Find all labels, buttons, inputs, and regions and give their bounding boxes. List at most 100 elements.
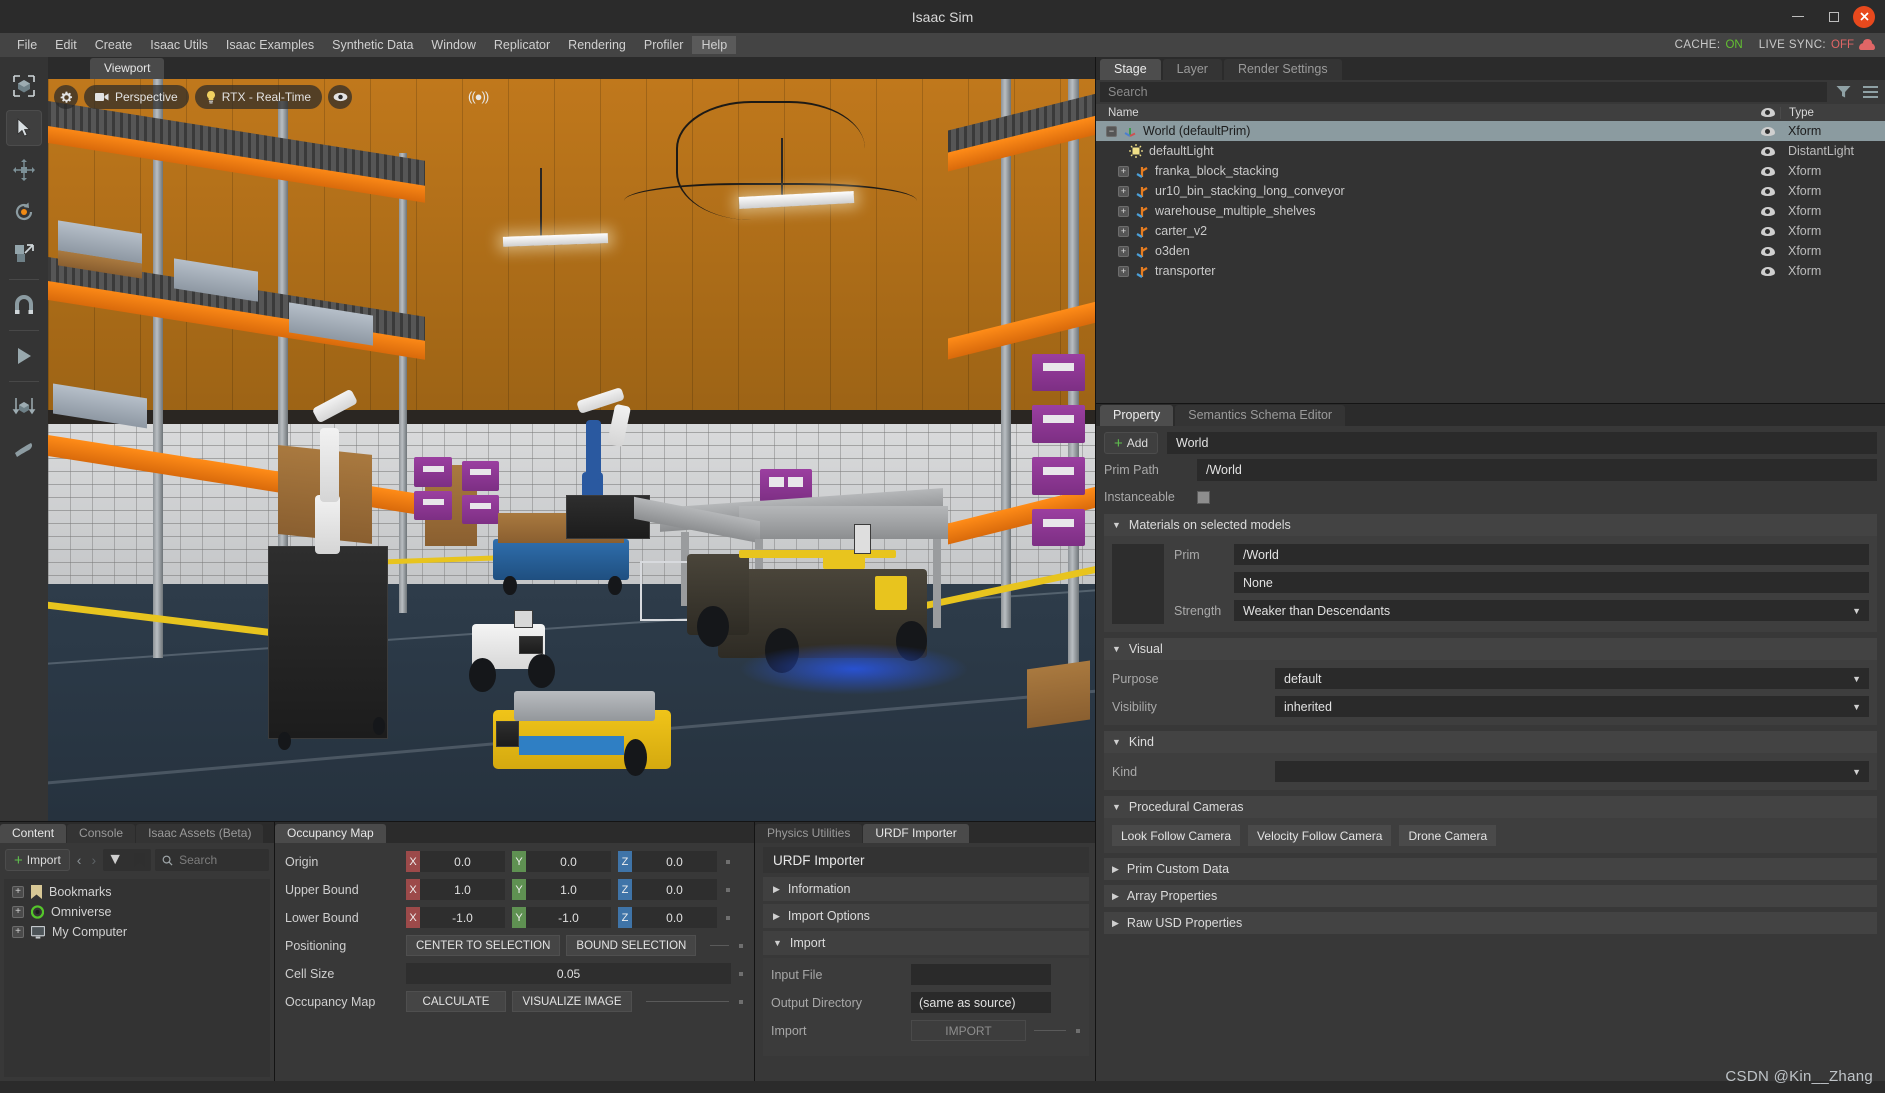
snap-magnet-icon[interactable]	[6, 287, 42, 323]
origin-y-input[interactable]: 0.0	[526, 851, 611, 872]
import-action-button[interactable]: IMPORT	[911, 1020, 1026, 1041]
stage-row-visibility-toggle[interactable]	[1755, 147, 1780, 156]
expander-icon[interactable]: +	[12, 886, 24, 898]
filter-icon[interactable]	[1832, 82, 1854, 102]
expand-expander-icon[interactable]: +	[1118, 266, 1129, 277]
minimize-button[interactable]	[1781, 0, 1815, 33]
stage-row-carter-v2[interactable]: + carter_v2 Xform	[1096, 221, 1885, 241]
stage-row-world[interactable]: − World (defaultPrim) Xform	[1096, 121, 1885, 141]
stage-row-warehouse-multiple-shelves[interactable]: + warehouse_multiple_shelves Xform	[1096, 201, 1885, 221]
purpose-dropdown[interactable]: default ▼	[1275, 668, 1869, 689]
collapse-expander-icon[interactable]: −	[1106, 126, 1117, 137]
expand-expander-icon[interactable]: +	[1118, 186, 1129, 197]
menu-help[interactable]: Help	[692, 36, 736, 55]
expander-icon[interactable]: +	[12, 906, 24, 918]
row-handle-icon[interactable]	[737, 944, 744, 948]
row-handle-icon[interactable]	[737, 972, 744, 976]
visualize-image-button[interactable]: VISUALIZE IMAGE	[512, 991, 632, 1012]
expand-expander-icon[interactable]: +	[1118, 206, 1129, 217]
tab-isaac-assets[interactable]: Isaac Assets (Beta)	[136, 824, 263, 843]
close-button[interactable]	[1853, 6, 1875, 28]
section-raw-usd-properties[interactable]: ▶ Raw USD Properties	[1104, 912, 1877, 934]
menu-file[interactable]: File	[8, 36, 46, 55]
menu-isaac-utils[interactable]: Isaac Utils	[141, 36, 217, 55]
lower-z-input[interactable]: 0.0	[632, 907, 717, 928]
scale-icon[interactable]	[6, 236, 42, 272]
stage-row-transporter[interactable]: + transporter Xform	[1096, 261, 1885, 281]
tab-semantics-schema-editor[interactable]: Semantics Schema Editor	[1175, 405, 1345, 426]
stage-row-visibility-toggle[interactable]	[1755, 127, 1780, 136]
select-bounds-icon[interactable]	[6, 68, 42, 104]
maximize-button[interactable]	[1817, 0, 1851, 33]
drone-camera-button[interactable]: Drone Camera	[1399, 825, 1496, 846]
expand-expander-icon[interactable]: +	[1118, 166, 1129, 177]
paint-brush-icon[interactable]	[6, 431, 42, 467]
material-prim-input[interactable]: /World	[1234, 544, 1869, 565]
rotate-icon[interactable]	[6, 194, 42, 230]
add-button[interactable]: + Add	[1104, 432, 1158, 454]
arrow-select-icon[interactable]	[6, 110, 42, 146]
tab-property[interactable]: Property	[1100, 405, 1173, 426]
upper-z-input[interactable]: 0.0	[632, 879, 717, 900]
menu-create[interactable]: Create	[86, 36, 142, 55]
nav-forward-icon[interactable]: ›	[88, 852, 99, 868]
tab-console[interactable]: Console	[67, 824, 135, 843]
row-handle-icon[interactable]	[724, 860, 731, 864]
urdf-section-import-options[interactable]: ▶ Import Options	[763, 904, 1089, 928]
instanceable-checkbox[interactable]	[1197, 491, 1210, 504]
section-materials[interactable]: ▼ Materials on selected models	[1104, 514, 1877, 536]
lower-x-input[interactable]: -1.0	[420, 907, 505, 928]
play-icon[interactable]	[6, 338, 42, 374]
tab-viewport[interactable]: Viewport	[90, 58, 164, 79]
stage-search-input[interactable]: Search	[1100, 82, 1827, 102]
row-handle-icon[interactable]	[737, 1000, 744, 1004]
menu-isaac-examples[interactable]: Isaac Examples	[217, 36, 323, 55]
stage-row-visibility-toggle[interactable]	[1755, 187, 1780, 196]
origin-z-input[interactable]: 0.0	[632, 851, 717, 872]
menu-synthetic-data[interactable]: Synthetic Data	[323, 36, 422, 55]
prim-name-input[interactable]: World	[1167, 432, 1877, 454]
menu-profiler[interactable]: Profiler	[635, 36, 693, 55]
menu-window[interactable]: Window	[422, 36, 484, 55]
menu-edit[interactable]: Edit	[46, 36, 86, 55]
tab-stage[interactable]: Stage	[1100, 59, 1161, 80]
input-file-input[interactable]	[911, 964, 1051, 985]
hamburger-icon[interactable]	[1859, 82, 1881, 102]
upper-y-input[interactable]: 1.0	[526, 879, 611, 900]
section-prim-custom-data[interactable]: ▶ Prim Custom Data	[1104, 858, 1877, 880]
viewport-3d[interactable]: Perspective RTX - Real-Time ((	[48, 79, 1095, 821]
origin-x-input[interactable]: 0.0	[420, 851, 505, 872]
tab-content[interactable]: Content	[0, 824, 66, 843]
expand-expander-icon[interactable]: +	[1118, 226, 1129, 237]
prim-path-input[interactable]: /World	[1197, 459, 1877, 481]
camera-selector[interactable]: Perspective	[84, 85, 189, 109]
tab-urdf-importer[interactable]: URDF Importer	[863, 824, 968, 843]
nav-back-icon[interactable]: ‹	[74, 852, 85, 868]
gear-icon[interactable]	[54, 85, 78, 109]
tree-item-my-computer[interactable]: + My Computer	[4, 922, 270, 942]
upper-x-input[interactable]: 1.0	[420, 879, 505, 900]
tab-layer[interactable]: Layer	[1163, 59, 1222, 80]
menu-replicator[interactable]: Replicator	[485, 36, 559, 55]
menu-rendering[interactable]: Rendering	[559, 36, 635, 55]
urdf-section-import[interactable]: ▼ Import	[763, 931, 1089, 955]
section-procedural-cameras[interactable]: ▼ Procedural Cameras	[1104, 796, 1877, 818]
center-to-selection-button[interactable]: CENTER TO SELECTION	[406, 935, 560, 956]
tab-physics-utilities[interactable]: Physics Utilities	[755, 824, 862, 843]
stage-row-visibility-toggle[interactable]	[1755, 167, 1780, 176]
expander-icon[interactable]: +	[12, 926, 24, 938]
content-search-input[interactable]: Search	[155, 849, 269, 871]
stage-row-visibility-toggle[interactable]	[1755, 247, 1780, 256]
eye-icon[interactable]	[328, 85, 352, 109]
move-icon[interactable]	[6, 152, 42, 188]
expand-expander-icon[interactable]: +	[1118, 246, 1129, 257]
stage-row-o3den[interactable]: + o3den Xform	[1096, 241, 1885, 261]
stage-row-visibility-toggle[interactable]	[1755, 227, 1780, 236]
bound-selection-button[interactable]: BOUND SELECTION	[566, 935, 696, 956]
row-handle-icon[interactable]	[724, 916, 731, 920]
kind-dropdown[interactable]: ▼	[1275, 761, 1869, 782]
cell-size-input[interactable]: 0.05	[406, 963, 731, 984]
lower-y-input[interactable]: -1.0	[526, 907, 611, 928]
material-binding-input[interactable]: None	[1234, 572, 1869, 593]
import-button[interactable]: + Import	[5, 849, 70, 871]
